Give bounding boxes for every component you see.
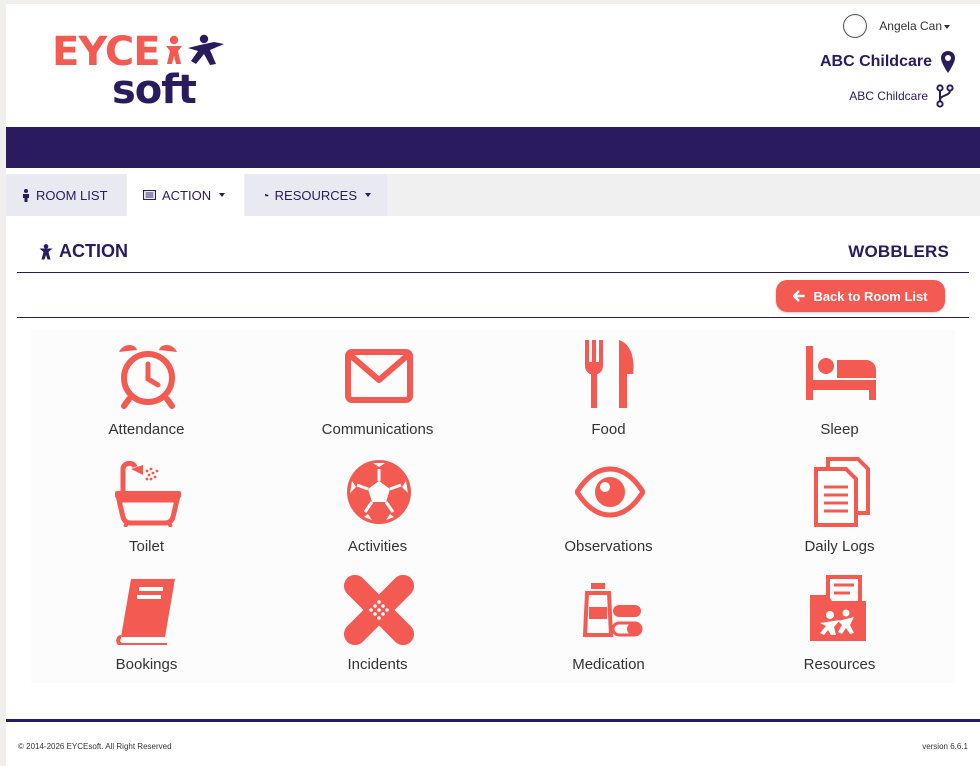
map-pin-icon bbox=[941, 51, 955, 73]
action-observations[interactable]: Observations bbox=[493, 447, 724, 564]
action-label: Attendance bbox=[108, 421, 185, 438]
organization-name: ABC Childcare bbox=[819, 53, 932, 70]
version: version 6.6.1 bbox=[922, 742, 968, 751]
envelope-icon bbox=[345, 349, 413, 403]
action-medication[interactable]: Medication bbox=[493, 565, 724, 682]
action-label: Incidents bbox=[347, 656, 408, 673]
action-label: Daily Logs bbox=[804, 538, 875, 555]
organization[interactable]: ABC Childcare bbox=[820, 50, 956, 74]
action-incidents[interactable]: Incidents bbox=[262, 565, 493, 682]
book-icon bbox=[116, 579, 175, 645]
tab-action[interactable]: ACTION bbox=[127, 174, 244, 216]
tab-resources[interactable]: RESOURCES bbox=[245, 174, 387, 216]
bed-icon bbox=[806, 346, 876, 400]
panel-title-label: ACTION bbox=[59, 241, 128, 261]
header: EYCE soft Angela Can ABC Childcare ABC C… bbox=[6, 4, 980, 127]
action-toilet[interactable]: Toilet bbox=[31, 447, 262, 564]
action-bookings[interactable]: Bookings bbox=[31, 565, 262, 682]
action-daily-logs[interactable]: Daily Logs bbox=[724, 447, 955, 564]
tab-room-list[interactable]: ROOM LIST bbox=[6, 174, 126, 216]
action-sleep[interactable]: Sleep bbox=[724, 330, 955, 447]
child-icon bbox=[39, 243, 53, 259]
panel-header: ACTION WOBBLERS bbox=[17, 230, 969, 273]
action-label: Activities bbox=[347, 538, 408, 555]
alarm-clock-icon bbox=[119, 344, 177, 409]
action-resources[interactable]: Resources bbox=[724, 565, 955, 682]
action-panel: ACTION WOBBLERS Back to Room List Attend… bbox=[17, 230, 969, 720]
arrow-left-icon bbox=[793, 290, 805, 302]
action-label: Communications bbox=[321, 421, 434, 438]
nav-band bbox=[6, 127, 980, 168]
caret-down-icon bbox=[365, 193, 371, 197]
tab-bar: ROOM LIST ACTION RESOURCES bbox=[6, 174, 980, 216]
footer: © 2014-2026 EYCEsoft. All Right Reserved… bbox=[6, 722, 980, 766]
copyright: © 2014-2026 EYCEsoft. All Right Reserved bbox=[18, 742, 172, 751]
action-label: Bookings bbox=[115, 656, 178, 673]
resources-folder-icon bbox=[810, 575, 866, 641]
bandage-icon bbox=[344, 575, 414, 645]
bathtub-icon bbox=[115, 460, 181, 527]
back-button-label: Back to Room List bbox=[813, 288, 928, 304]
action-grid: Attendance Communications Food Sleep Toi… bbox=[31, 330, 955, 683]
action-label: Sleep bbox=[820, 421, 859, 438]
cutlery-icon bbox=[585, 340, 634, 408]
eycesoft-logo[interactable]: EYCE soft bbox=[52, 30, 232, 113]
logo-text-bottom: soft bbox=[112, 67, 197, 113]
person-icon bbox=[23, 188, 29, 202]
tab-room-list-label: ROOM LIST bbox=[36, 187, 108, 203]
tab-action-label: ACTION bbox=[162, 187, 212, 203]
panel-title: ACTION bbox=[39, 241, 128, 262]
action-label: Food bbox=[591, 421, 626, 438]
action-attendance[interactable]: Attendance bbox=[31, 330, 262, 447]
branch-icon bbox=[936, 84, 954, 108]
caret-down-icon bbox=[944, 24, 950, 29]
soccer-ball-icon bbox=[347, 460, 411, 524]
app-frame: EYCE soft Angela Can ABC Childcare ABC C… bbox=[6, 4, 980, 766]
action-communications[interactable]: Communications bbox=[262, 330, 493, 447]
sub-organization-name: ABC Childcare bbox=[849, 89, 928, 103]
room-name: WOBBLERS bbox=[848, 242, 949, 261]
medication-icon bbox=[582, 583, 643, 637]
action-label: Observations bbox=[564, 538, 653, 555]
action-label: Resources bbox=[803, 656, 876, 673]
logo-children-icon bbox=[166, 34, 224, 65]
folder-open-icon bbox=[265, 193, 269, 197]
action-activities[interactable]: Activities bbox=[262, 447, 493, 564]
action-label: Medication bbox=[572, 656, 645, 673]
documents-icon bbox=[814, 457, 870, 527]
action-food[interactable]: Food bbox=[493, 330, 724, 447]
user-menu[interactable]: Angela Can bbox=[843, 14, 950, 38]
list-icon bbox=[143, 190, 156, 200]
caret-down-icon bbox=[219, 193, 226, 197]
action-bar: Back to Room List bbox=[17, 273, 969, 318]
tab-resources-label: RESOURCES bbox=[274, 187, 357, 203]
eye-icon bbox=[575, 466, 645, 518]
user-name[interactable]: Angela Can bbox=[879, 19, 950, 33]
back-to-room-list-button[interactable]: Back to Room List bbox=[776, 280, 945, 312]
avatar[interactable] bbox=[843, 14, 868, 38]
user-name-label: Angela Can bbox=[879, 19, 942, 33]
action-label: Toilet bbox=[128, 538, 165, 555]
sub-organization[interactable]: ABC Childcare bbox=[849, 84, 954, 108]
